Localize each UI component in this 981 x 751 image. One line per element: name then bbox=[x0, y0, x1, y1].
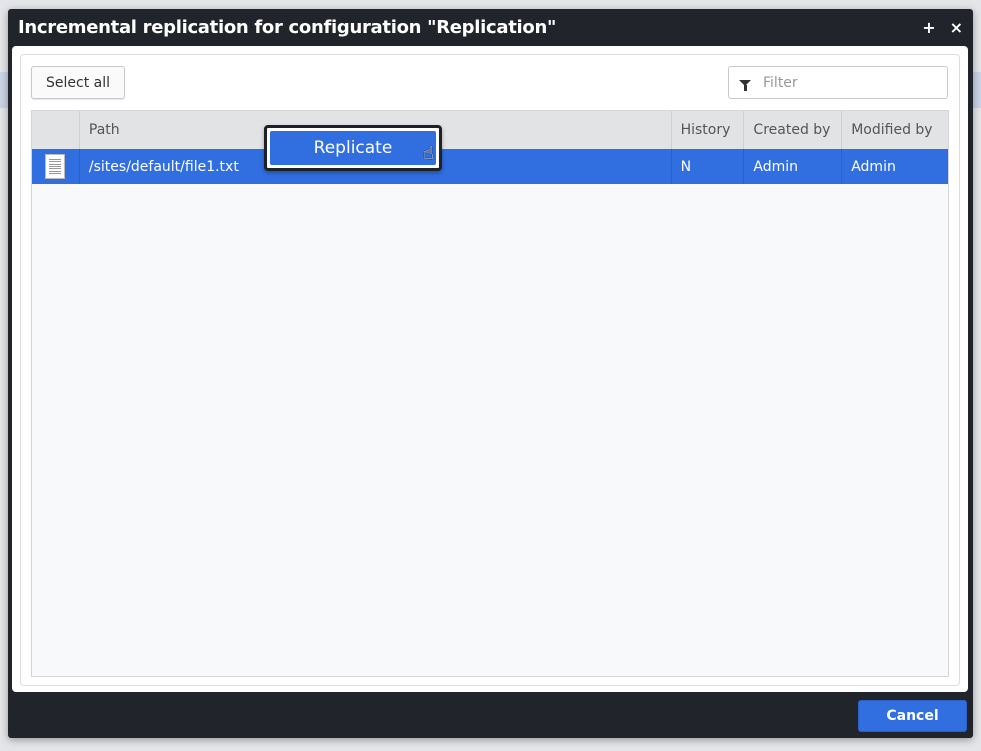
modified-by-cell: Admin bbox=[851, 158, 896, 175]
column-header-created-by[interactable]: Created by bbox=[744, 111, 843, 149]
hand-cursor-icon: ☝ bbox=[423, 143, 434, 164]
cancel-button[interactable]: Cancel bbox=[858, 700, 967, 732]
replication-dialog: Incremental replication for configuratio… bbox=[8, 9, 973, 738]
funnel-icon bbox=[739, 79, 751, 91]
column-header-icon[interactable] bbox=[32, 111, 80, 149]
replicate-label: Replicate bbox=[313, 138, 393, 158]
file-icon bbox=[45, 154, 66, 179]
dialog-titlebar: Incremental replication for configuratio… bbox=[8, 9, 973, 45]
column-header-history[interactable]: History bbox=[672, 111, 745, 149]
table-row[interactable]: /sites/default/file1.txt N Admin Admin bbox=[32, 149, 948, 184]
created-by-cell: Admin bbox=[744, 149, 843, 184]
row-icon-cell bbox=[32, 149, 80, 184]
table-header: Path History Created by Modified by bbox=[32, 111, 948, 149]
close-button[interactable]: × bbox=[950, 18, 963, 37]
filter-field[interactable] bbox=[728, 66, 948, 99]
dialog-title: Incremental replication for configuratio… bbox=[18, 16, 557, 38]
content-panel: Select all Path History Created by Modif… bbox=[20, 54, 960, 686]
files-table: Path History Created by Modified by /sit… bbox=[31, 110, 949, 677]
select-all-button[interactable]: Select all bbox=[31, 66, 125, 99]
replicate-menu-item[interactable]: Replicate ☝ bbox=[270, 131, 436, 165]
column-header-modified-by[interactable]: Modified by bbox=[842, 111, 948, 149]
filter-input[interactable] bbox=[761, 73, 931, 92]
maximize-button[interactable]: + bbox=[922, 18, 935, 37]
context-menu: Replicate ☝ bbox=[264, 125, 442, 171]
dialog-body: Select all Path History Created by Modif… bbox=[12, 46, 968, 692]
history-cell: N bbox=[672, 149, 745, 184]
